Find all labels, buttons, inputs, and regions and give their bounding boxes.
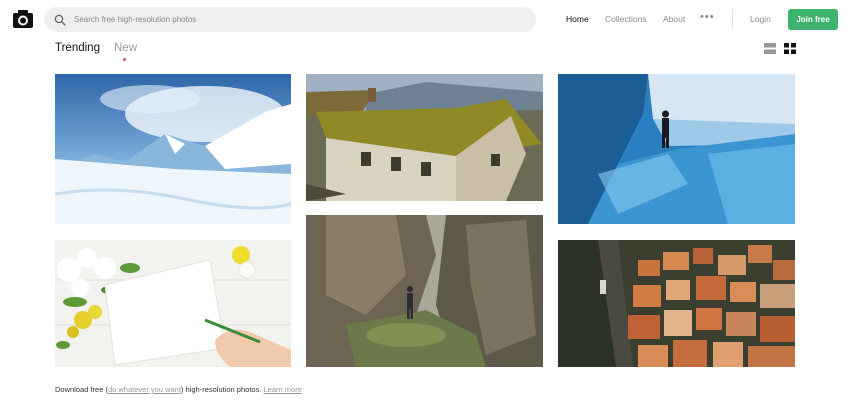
photo-notepad-flowers[interactable] xyxy=(55,240,291,367)
login-link[interactable]: Login xyxy=(750,14,771,24)
grid-view-icon[interactable] xyxy=(784,43,796,54)
top-bar: Home Collections About ••• Login Join fr… xyxy=(0,0,850,40)
photo-hillside-town[interactable] xyxy=(558,240,795,367)
camera-logo-icon[interactable] xyxy=(12,9,34,29)
photo-snowy-mountains[interactable] xyxy=(55,74,291,224)
more-menu-icon[interactable]: ••• xyxy=(700,11,715,23)
list-view-icon[interactable] xyxy=(764,43,776,54)
nav-divider xyxy=(732,9,733,30)
new-tab-indicator-dot xyxy=(123,58,126,61)
footer-suffix: high-resolution photos. xyxy=(185,385,262,394)
footer-prefix: Download free xyxy=(55,385,104,394)
footer-close-paren: ) xyxy=(180,385,184,394)
footer-text: Download free (do whatever you want) hig… xyxy=(55,385,302,394)
photo-hiker-cliffs[interactable] xyxy=(306,215,543,367)
photo-old-farmhouse[interactable] xyxy=(306,74,543,201)
license-link[interactable]: do whatever you want xyxy=(108,385,181,394)
tab-trending[interactable]: Trending xyxy=(55,42,100,54)
search-icon xyxy=(54,14,66,26)
photo-ice-cave[interactable] xyxy=(558,74,795,224)
nav-collections[interactable]: Collections xyxy=(605,14,647,24)
tab-new[interactable]: New xyxy=(114,42,137,54)
join-free-button[interactable]: Join free xyxy=(788,9,838,30)
nav-home[interactable]: Home xyxy=(566,14,589,24)
search-bar[interactable] xyxy=(44,7,536,32)
nav-about[interactable]: About xyxy=(663,14,685,24)
learn-more-link[interactable]: Learn more xyxy=(264,385,302,394)
search-input[interactable] xyxy=(72,14,516,25)
